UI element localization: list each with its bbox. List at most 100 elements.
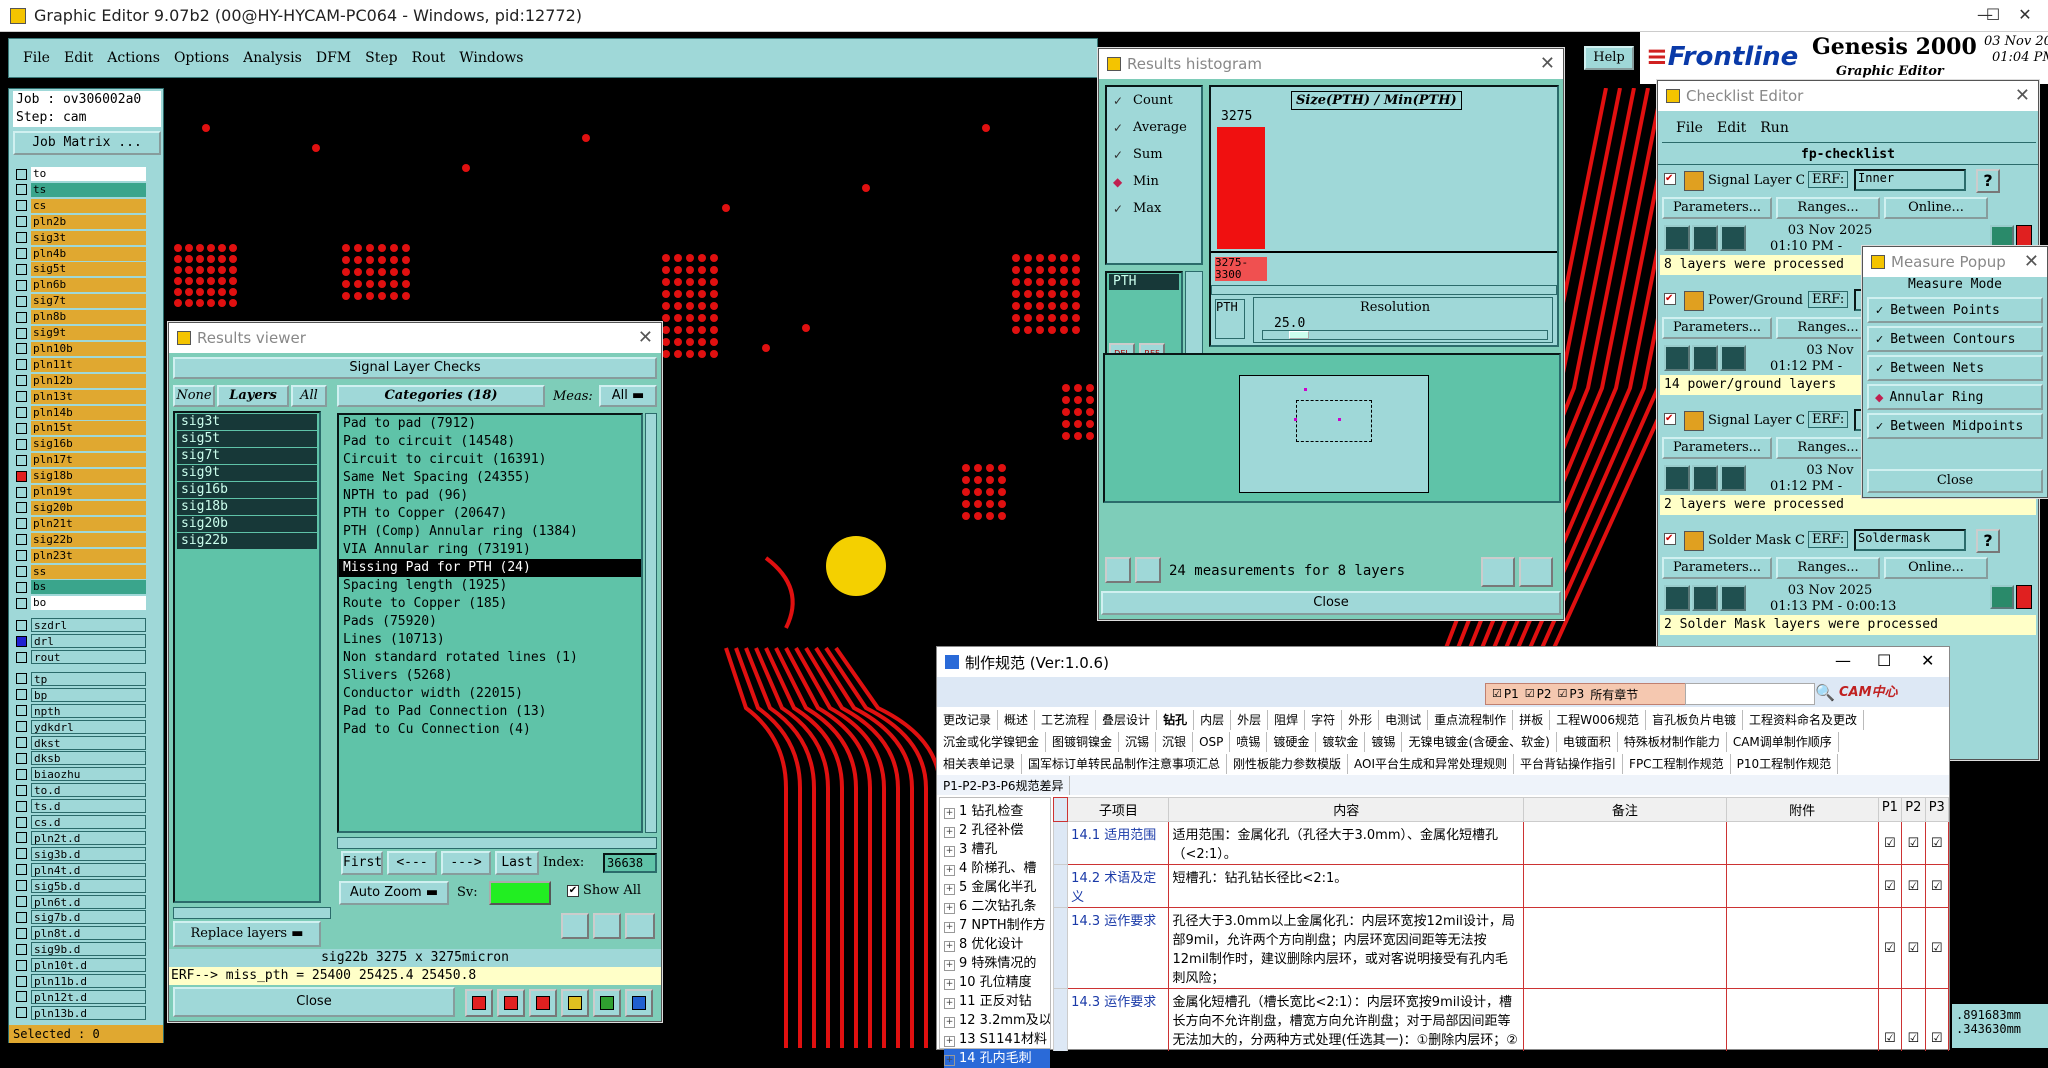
layer-checkbox[interactable]: [16, 784, 27, 796]
spec-tab[interactable]: 刚性板能力参数模版: [1227, 754, 1349, 774]
layer-row[interactable]: sig5t: [13, 262, 146, 277]
layer-checkbox[interactable]: [16, 534, 27, 546]
layer-name[interactable]: ydkdrl: [31, 719, 146, 734]
table-row[interactable]: 14.3 运作要求 孔径大于3.0mm以上金属化孔：内层环宽按12mil设计，局部…: [1053, 907, 1949, 989]
tree-item[interactable]: +11 正反对钻: [944, 992, 1050, 1011]
table-row[interactable]: 14.1 适用范围 适用范围：金属化孔（孔径大于3.0mm）、金属化短槽孔（<2:…: [1053, 821, 1949, 865]
column-header[interactable]: 附件: [1725, 797, 1879, 822]
menu-windows[interactable]: Windows: [459, 50, 523, 66]
layer-name[interactable]: sig9b.d: [31, 942, 146, 957]
show-all-checkbox[interactable]: ✔: [567, 885, 579, 897]
table-row[interactable]: 14.3 运作要求 金属化短槽孔（槽长宽比<2:1）：内层环宽按9mil设计，槽长…: [1053, 988, 1949, 1051]
layer-checkbox[interactable]: [16, 689, 27, 701]
layer-checkbox[interactable]: [16, 800, 27, 812]
layer-row[interactable]: pln15t: [13, 421, 146, 436]
layer-checkbox[interactable]: [16, 486, 27, 498]
layer-name[interactable]: sig20b: [31, 500, 146, 515]
tree-item[interactable]: +4 阶梯孔、槽: [944, 859, 1050, 878]
expand-icon[interactable]: +: [944, 865, 955, 876]
layer-checkbox[interactable]: [16, 438, 27, 450]
categories-button[interactable]: Categories (18): [337, 385, 545, 407]
menu-analysis[interactable]: Analysis: [243, 50, 302, 66]
layer-name[interactable]: pln6t.d: [31, 894, 146, 909]
layer-checkbox[interactable]: [16, 768, 27, 780]
layer-name[interactable]: sig7t: [31, 294, 146, 309]
spec-tab[interactable]: 电镀面积: [1557, 732, 1618, 752]
run-icon[interactable]: [1692, 465, 1718, 491]
chapter-filter[interactable]: ☑ P1 ☑ P2 ☑ P3 所有章节: [1485, 683, 1693, 705]
layer-row[interactable]: ts.d: [13, 799, 146, 814]
checklist-menu-run[interactable]: Run: [1760, 120, 1789, 136]
all-button[interactable]: All: [291, 385, 327, 407]
layer-checkbox[interactable]: [16, 327, 27, 339]
spec-tab[interactable]: 沉锡: [1119, 732, 1157, 752]
tree-item[interactable]: +9 特殊情况的: [944, 954, 1050, 973]
help-button[interactable]: Help: [1584, 46, 1634, 70]
check-name[interactable]: Solder Mask Ch: [1708, 533, 1804, 548]
run-icon[interactable]: [1664, 585, 1690, 611]
layer-checkbox[interactable]: [16, 454, 27, 466]
layer-row[interactable]: dksb: [13, 751, 146, 766]
histogram-option[interactable]: ✓ Count: [1107, 87, 1201, 114]
spec-close-button[interactable]: ✕: [1921, 651, 1934, 670]
layer-row[interactable]: pln11t: [13, 357, 146, 372]
p-checkbox[interactable]: ☑: [1901, 907, 1926, 989]
layer-checkbox[interactable]: [16, 200, 27, 212]
layer-row[interactable]: sig3t: [13, 230, 146, 245]
spec-tab[interactable]: 重点流程制作: [1428, 710, 1514, 730]
histogram-option[interactable]: ✓ Max: [1107, 195, 1201, 222]
category-item[interactable]: Conductor width (22015): [339, 685, 641, 703]
histogram-close-icon[interactable]: ✕: [1540, 53, 1555, 74]
list-item[interactable]: sig7t: [177, 448, 317, 464]
tree-item[interactable]: +10 孔位精度: [944, 973, 1050, 992]
spec-tab[interactable]: 特殊板材制作能力: [1618, 732, 1727, 752]
layer-name[interactable]: pln2t.d: [31, 830, 146, 845]
layer-checkbox[interactable]: [16, 581, 27, 593]
row-attachment[interactable]: [1725, 821, 1879, 865]
layer-row[interactable]: biaozhu: [13, 767, 146, 782]
layer-row[interactable]: sig18b: [13, 469, 146, 484]
layer-row[interactable]: ydkdrl: [13, 719, 146, 734]
spec-tab[interactable]: 沉银: [1156, 732, 1194, 752]
parameters-button[interactable]: Parameters...: [1662, 317, 1772, 339]
layer-checkbox[interactable]: [16, 422, 27, 434]
layer-checkbox[interactable]: [16, 991, 27, 1003]
layer-name[interactable]: sig3b.d: [31, 846, 146, 861]
spec-tab[interactable]: 工程W006规范: [1550, 710, 1646, 730]
column-header[interactable]: 内容: [1168, 797, 1525, 822]
layer-row[interactable]: to.d: [13, 783, 146, 798]
layer-row[interactable]: npth: [13, 703, 146, 718]
layer-name[interactable]: pln13b.d: [31, 1005, 146, 1020]
layer-row[interactable]: pln12b: [13, 373, 146, 388]
online-button[interactable]: Online...: [1884, 197, 1988, 219]
layer-row[interactable]: sig5b.d: [13, 878, 146, 893]
layer-name[interactable]: bs: [31, 580, 146, 595]
check-icon[interactable]: ✔: [1664, 533, 1676, 545]
layer-checkbox[interactable]: [16, 184, 27, 196]
spec-tab[interactable]: 外层: [1231, 710, 1269, 730]
layer-name[interactable]: to.d: [31, 783, 146, 798]
auto-zoom-dropdown[interactable]: Auto Zoom ▬: [339, 881, 449, 905]
chapter-select[interactable]: 所有章节: [1590, 686, 1638, 703]
filter-checkbox[interactable]: ☑: [1558, 687, 1568, 701]
layer-checkbox[interactable]: [16, 864, 27, 876]
category-item[interactable]: Non standard rotated lines (1): [339, 649, 641, 667]
p-checkbox[interactable]: ☑: [1924, 864, 1949, 908]
layer-name[interactable]: pln19t: [31, 485, 146, 499]
layer-row[interactable]: pln13b.d: [13, 1005, 146, 1020]
checklist-close-icon[interactable]: ✕: [2015, 85, 2030, 106]
layer-name[interactable]: pln15t: [31, 421, 146, 436]
layer-row[interactable]: pln6t.d: [13, 894, 146, 909]
tree-item[interactable]: +13 S1141材料: [944, 1030, 1050, 1049]
category-item[interactable]: Same Net Spacing (24355): [339, 469, 641, 487]
spec-tab[interactable]: 沉金或化学镍钯金: [937, 732, 1047, 752]
column-header[interactable]: P2: [1901, 797, 1926, 822]
layer-name[interactable]: pln6b: [31, 278, 146, 293]
spec-tab[interactable]: OSP: [1193, 732, 1231, 752]
category-item[interactable]: Pad to circuit (14548): [339, 433, 641, 451]
layer-checkbox[interactable]: [16, 407, 27, 418]
layer-row[interactable]: pln17t: [13, 453, 146, 468]
spec-tab[interactable]: 概述: [998, 710, 1036, 730]
magnifier-icon[interactable]: [1990, 585, 2014, 609]
layer-row[interactable]: bp: [13, 687, 146, 702]
